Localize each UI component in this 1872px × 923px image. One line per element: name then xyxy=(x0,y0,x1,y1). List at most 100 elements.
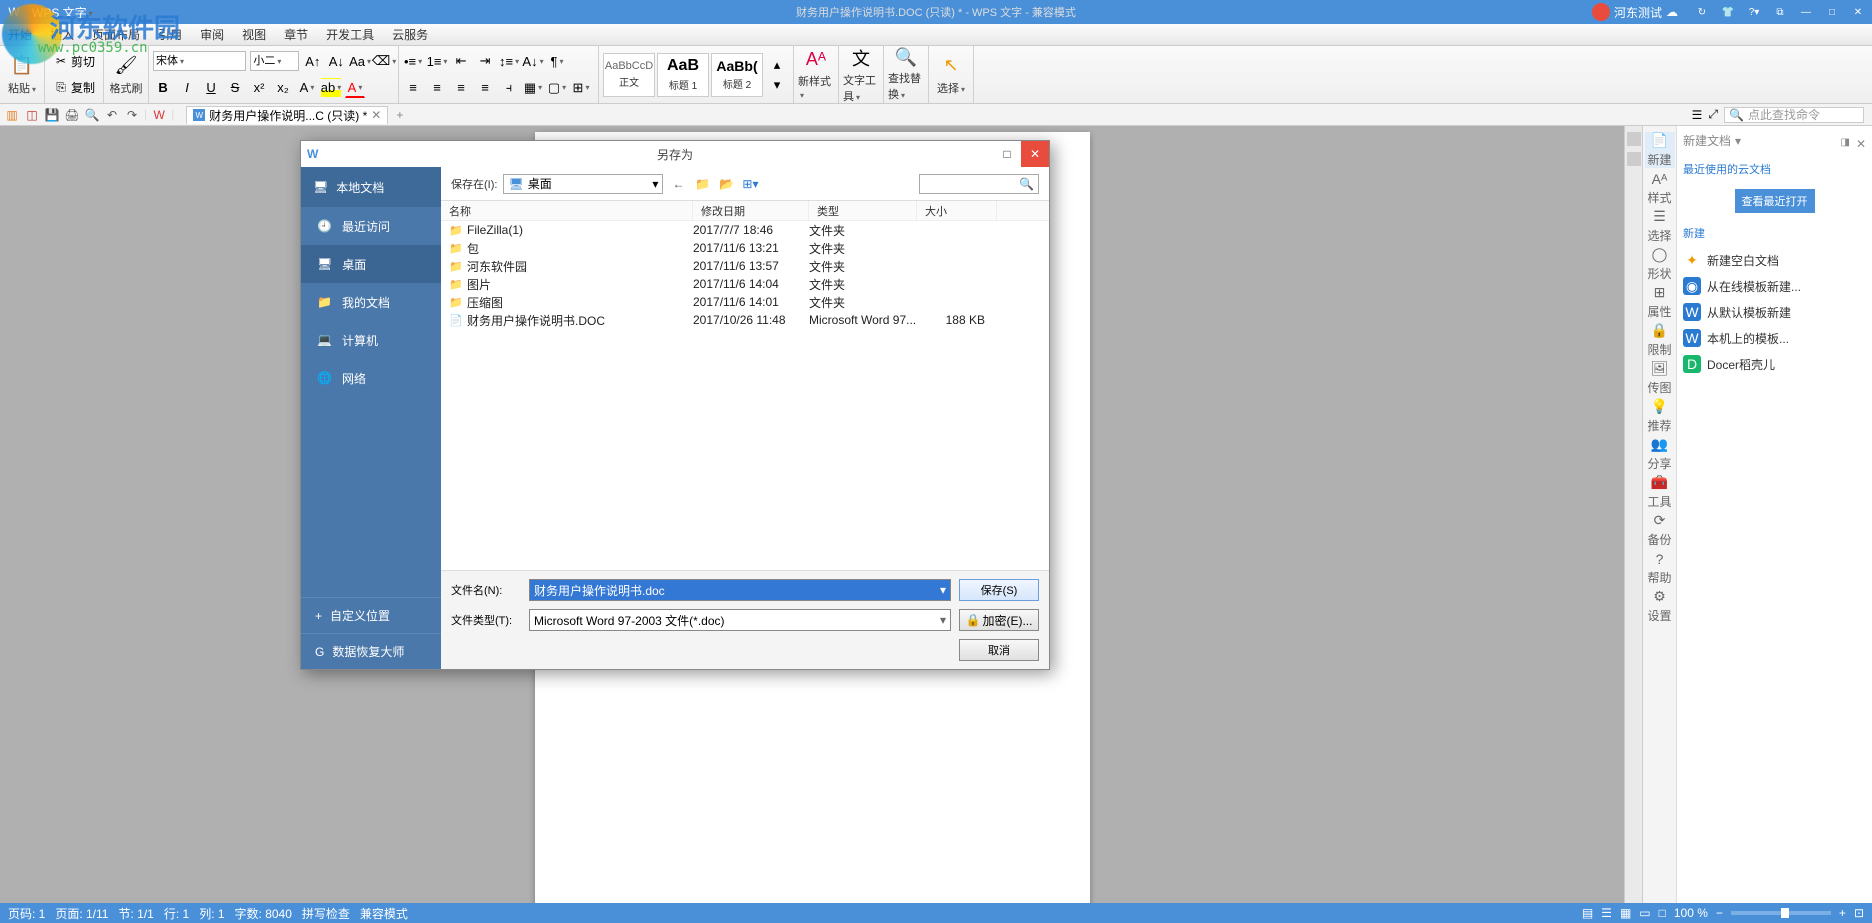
sidebar-item-network[interactable]: 🌐网络 xyxy=(301,359,441,397)
style-normal[interactable]: AaBbCcD正文 xyxy=(603,53,655,97)
underline-button[interactable]: U xyxy=(201,78,221,98)
sidebar-item-documents[interactable]: 📁我的文档 xyxy=(301,283,441,321)
qat-save-icon[interactable]: 💾 xyxy=(44,107,60,123)
menu-section[interactable]: 章节 xyxy=(284,26,308,43)
document-tab[interactable]: W 财务用户操作说明...C (只读) * ✕ xyxy=(186,106,388,124)
view-reading-icon[interactable]: ▭ xyxy=(1639,906,1650,920)
copy-button[interactable]: ⎘复制 xyxy=(49,78,99,97)
file-row[interactable]: 📁图片2017/11/6 14:04文件夹 xyxy=(441,275,1049,293)
format-painter-button[interactable]: 🖌 格式刷 xyxy=(108,49,144,101)
increase-indent-icon[interactable]: ⇥ xyxy=(475,51,495,71)
filename-input[interactable]: 财务用户操作说明书.doc▾ xyxy=(529,579,951,601)
ribbon-toggle-icon[interactable]: ⤢ xyxy=(1708,107,1718,122)
status-words[interactable]: 字数: 8040 xyxy=(235,905,292,922)
docer-link[interactable]: DDocer稻壳儿 xyxy=(1683,351,1866,377)
file-list[interactable]: 📁FileZilla(1)2017/7/7 18:46文件夹📁包2017/11/… xyxy=(441,221,1049,570)
dialog-maximize-button[interactable]: □ xyxy=(993,141,1021,167)
qat-new-icon[interactable]: ▥ xyxy=(4,107,20,123)
strike-button[interactable]: S xyxy=(225,78,245,98)
new-style-button[interactable]: Aᴬ新样式 xyxy=(798,49,834,101)
tab-close-icon[interactable]: ✕ xyxy=(371,108,381,122)
skin-icon[interactable]: ↻ xyxy=(1692,3,1712,21)
rail-recommend[interactable]: 💡推荐 xyxy=(1645,398,1675,434)
rail-share[interactable]: 👥分享 xyxy=(1645,436,1675,472)
view-icon[interactable]: ⊞▾ xyxy=(741,175,759,193)
numbering-icon[interactable]: 1≡ xyxy=(427,51,447,71)
file-search-box[interactable]: 🔍 xyxy=(919,174,1039,194)
task-pane-close-icon[interactable]: ✕ xyxy=(1856,137,1866,151)
filetype-combo[interactable]: Microsoft Word 97-2003 文件(*.doc)▾ xyxy=(529,609,951,631)
recent-cloud-link[interactable]: 最近使用的云文档 xyxy=(1683,161,1866,177)
cut-button[interactable]: ✂剪切 xyxy=(49,52,99,71)
new-folder-icon[interactable]: 📂 xyxy=(717,175,735,193)
cancel-button[interactable]: 取消 xyxy=(959,639,1039,661)
new-from-default[interactable]: W从默认模板新建 xyxy=(1683,299,1866,325)
menu-view[interactable]: 视图 xyxy=(242,26,266,43)
shirt-icon[interactable]: 👕 xyxy=(1718,3,1738,21)
panel-toggle-icon[interactable]: ☰ xyxy=(1692,108,1703,122)
menu-page-layout[interactable]: 页面布局 xyxy=(92,26,140,43)
file-row[interactable]: 📁河东软件园2017/11/6 13:57文件夹 xyxy=(441,257,1049,275)
align-center-icon[interactable]: ≡ xyxy=(427,78,447,98)
clear-format-icon[interactable]: ⌫ xyxy=(374,51,394,71)
rail-settings[interactable]: ⚙设置 xyxy=(1645,588,1675,624)
decrease-indent-icon[interactable]: ⇤ xyxy=(451,51,471,71)
rail-style[interactable]: Aᴬ样式 xyxy=(1645,170,1675,206)
shading-icon[interactable]: ▦ xyxy=(523,78,543,98)
chevron-down-icon[interactable]: ▾ xyxy=(1735,134,1741,148)
file-row[interactable]: 📄财务用户操作说明书.DOC2017/10/26 11:48Microsoft … xyxy=(441,311,1049,329)
italic-button[interactable]: I xyxy=(177,78,197,98)
rail-help[interactable]: ?帮助 xyxy=(1645,550,1675,586)
save-location-combo[interactable]: 🖥桌面▾ xyxy=(503,174,663,194)
col-type[interactable]: 类型 xyxy=(809,201,917,220)
style-scroll-up[interactable]: ▴ xyxy=(767,55,787,75)
col-date[interactable]: 修改日期 xyxy=(693,201,809,220)
status-pages[interactable]: 页面: 1/11 xyxy=(55,905,108,922)
style-heading1[interactable]: AaB标题 1 xyxy=(657,53,709,97)
borders-icon[interactable]: ▢ xyxy=(547,78,567,98)
menu-developer[interactable]: 开发工具 xyxy=(326,26,374,43)
window-float-icon[interactable]: ⧉ xyxy=(1770,3,1790,21)
rail-select[interactable]: ☰选择 xyxy=(1645,208,1675,244)
back-icon[interactable]: ← xyxy=(669,175,687,193)
dialog-close-button[interactable]: ✕ xyxy=(1021,141,1049,167)
task-pane-expand-icon[interactable]: ◨ xyxy=(1840,137,1849,151)
show-marks-icon[interactable]: ¶ xyxy=(547,51,567,71)
status-page[interactable]: 页码: 1 xyxy=(8,905,45,922)
subscript-button[interactable]: x₂ xyxy=(273,78,293,98)
rail-image[interactable]: 🖼传图 xyxy=(1645,360,1675,396)
menu-insert[interactable]: 插入 xyxy=(50,26,74,43)
shrink-font-icon[interactable]: A↓ xyxy=(327,51,346,71)
save-button[interactable]: 保存(S) xyxy=(959,579,1039,601)
new-from-online[interactable]: ◉从在线模板新建... xyxy=(1683,273,1866,299)
align-left-icon[interactable]: ≡ xyxy=(403,78,423,98)
grow-font-icon[interactable]: A↑ xyxy=(303,51,322,71)
align-justify-icon[interactable]: ≡ xyxy=(475,78,495,98)
col-size[interactable]: 大小 xyxy=(917,201,997,220)
new-from-local[interactable]: W本机上的模板... xyxy=(1683,325,1866,351)
paste-button[interactable]: 📋 粘贴 xyxy=(4,49,40,101)
rail-props[interactable]: ⊞属性 xyxy=(1645,284,1675,320)
sidebar-item-desktop[interactable]: 🖥桌面 xyxy=(301,245,441,283)
new-tab-button[interactable]: + xyxy=(390,108,409,122)
align-right-icon[interactable]: ≡ xyxy=(451,78,471,98)
change-case-icon[interactable]: Aa xyxy=(350,51,370,71)
zoom-out-button[interactable]: − xyxy=(1716,906,1723,920)
minimize-button[interactable]: — xyxy=(1796,3,1816,21)
view-web-icon[interactable]: ▦ xyxy=(1620,906,1631,920)
menu-references[interactable]: 引用 xyxy=(158,26,182,43)
col-name[interactable]: 名称 xyxy=(441,201,693,220)
menu-review[interactable]: 审阅 xyxy=(200,26,224,43)
view-print-layout-icon[interactable]: ▤ xyxy=(1582,906,1593,920)
sidebar-item-recent[interactable]: 🕘最近访问 xyxy=(301,207,441,245)
view-fullscreen-icon[interactable]: □ xyxy=(1659,906,1666,920)
bullets-icon[interactable]: •≡ xyxy=(403,51,423,71)
data-recovery-button[interactable]: G数据恢复大师 xyxy=(301,633,441,669)
highlight-icon[interactable]: ab xyxy=(321,78,341,98)
zoom-level[interactable]: 100 % xyxy=(1674,906,1708,920)
close-button[interactable]: ✕ xyxy=(1848,3,1868,21)
file-row[interactable]: 📁FileZilla(1)2017/7/7 18:46文件夹 xyxy=(441,221,1049,239)
menu-cloud[interactable]: 云服务 xyxy=(392,26,428,43)
qat-wps-icon[interactable]: W xyxy=(151,107,167,123)
zoom-slider[interactable] xyxy=(1731,911,1831,915)
